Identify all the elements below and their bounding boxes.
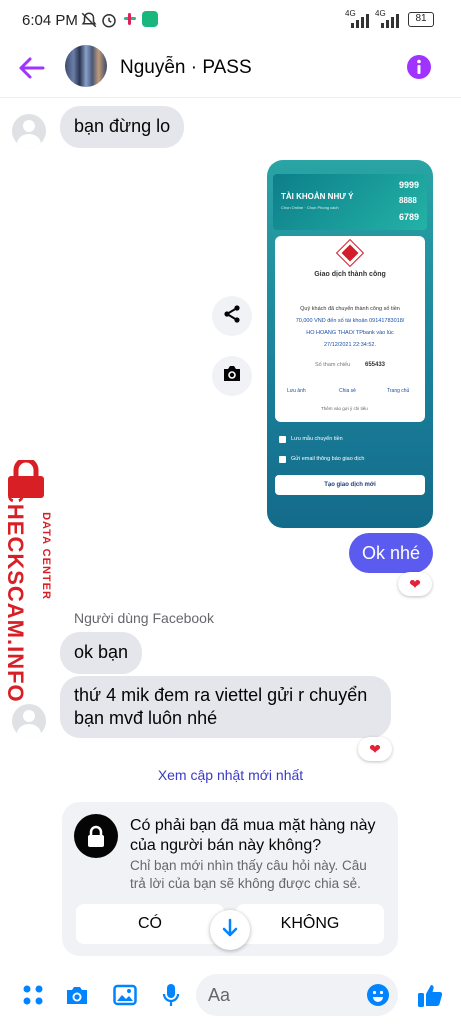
watermark-text: CHECKSCAM.INFO: [3, 487, 28, 703]
checkbox-icon: [279, 456, 286, 463]
mute-icon: [80, 11, 98, 33]
banner-number: 6789: [399, 212, 420, 222]
slack-icon: [122, 11, 138, 31]
receipt-action: Lưu ảnh: [287, 388, 306, 394]
banner-number: 8888: [399, 196, 417, 205]
camera-icon: [221, 364, 243, 389]
receipt-desc: HO HOANG THAO/ TPbank vào lúc: [306, 330, 394, 336]
sender-label: Người dùng Facebook: [74, 610, 214, 626]
question-text: của người bán này không?: [130, 837, 322, 854]
receipt-desc: Quý khách đã chuyển thành công số tiền: [300, 306, 400, 312]
receipt-body: Giao dịch thành công Quý khách đã chuyển…: [275, 236, 425, 422]
message-placeholder: Aa: [208, 985, 231, 1005]
ref-label: Số tham chiếu: [315, 362, 351, 368]
net-label-2: 4G: [375, 9, 386, 18]
watermark-subtext: DATA CENTER: [40, 512, 52, 600]
scroll-down-button[interactable]: [210, 910, 250, 950]
receipt-check: Lưu mẫu chuyển tiền: [291, 436, 343, 442]
status-bar: 6:04 PM 4G 4G 81: [0, 0, 461, 40]
banner-subtitle: Chọn Online · Chọn Phong cách: [281, 205, 339, 210]
message-text: ok bạn: [74, 642, 129, 662]
mic-icon[interactable]: [156, 980, 186, 1010]
receipt-action: Trang chủ: [387, 388, 410, 394]
receipt-action: Chia sẻ: [339, 388, 356, 394]
yes-label: CÓ: [138, 915, 162, 932]
battery-level: 81: [415, 13, 427, 24]
message-bubble[interactable]: thứ 4 mik đem ra viettel gửi r chuyển bạ…: [60, 676, 391, 738]
receipt-desc: 27/12/2021 22:34:52.: [324, 342, 376, 348]
bank-logo-icon: [335, 238, 365, 268]
message-bubble-outgoing[interactable]: Ok nhé: [349, 533, 433, 573]
info-icon[interactable]: [406, 54, 432, 85]
thumbs-up-icon[interactable]: [415, 980, 445, 1010]
hint-text: trả lời của bạn sẽ không được chia sẻ.: [130, 876, 361, 891]
image-icon[interactable]: [110, 980, 140, 1010]
no-label: KHÔNG: [280, 915, 340, 932]
app-notification-icon: [142, 11, 158, 27]
reaction[interactable]: ❤: [358, 737, 392, 761]
alarm-icon: [100, 11, 118, 33]
checkbox-icon: [279, 436, 286, 443]
message-bubble[interactable]: ok bạn: [60, 632, 143, 674]
update-link[interactable]: Xem cập nhật mới nhất: [0, 767, 461, 783]
banner-title: TÀI KHOẢN NHƯ Ý: [281, 192, 354, 201]
heart-icon: ❤: [409, 575, 421, 592]
battery-icon: 81: [408, 12, 434, 27]
share-button[interactable]: [212, 296, 252, 336]
receipt-note: Thêm vào gợi ý chi tiêu: [321, 406, 368, 411]
reaction[interactable]: ❤: [398, 572, 432, 596]
camera-icon[interactable]: [62, 980, 92, 1010]
status-time: 6:04 PM: [22, 12, 78, 29]
message-text: bạn đừng lo: [74, 116, 171, 136]
contact-avatar[interactable]: [65, 45, 107, 87]
composer-bar: Aa: [0, 966, 461, 1024]
sender-avatar: [12, 114, 46, 148]
question-text: Có phải bạn đã mua mặt hàng này: [130, 817, 376, 834]
arrow-down-icon: [221, 918, 239, 943]
message-text: thứ 4 mik đem ra viettel gửi r chuyển: [74, 685, 368, 705]
back-arrow-icon[interactable]: [18, 56, 46, 85]
message-input[interactable]: Aa: [196, 974, 398, 1016]
apps-icon[interactable]: [18, 980, 48, 1010]
yes-button[interactable]: CÓ: [76, 904, 224, 944]
sender-avatar: [12, 704, 46, 738]
ref-value: 655433: [365, 362, 386, 368]
watermark: CHECKSCAM.INFO DATA CENTER: [0, 452, 52, 703]
net-label-1: 4G: [345, 9, 356, 18]
receipt-new-button: Tạo giao dịch mới: [275, 475, 425, 495]
message-text: Ok nhé: [361, 543, 421, 563]
chat-header: Nguyễn · PASS: [0, 40, 461, 98]
receipt-check: Gửi email thông báo giao dịch: [291, 456, 365, 462]
receipt-new-label: Tạo giao dịch mới: [324, 482, 376, 488]
contact-name[interactable]: Nguyễn · PASS: [120, 57, 252, 79]
heart-icon: ❤: [369, 740, 381, 757]
share-icon: [222, 304, 242, 329]
receipt-status: Giao dịch thành công: [314, 271, 386, 278]
receipt-screenshot[interactable]: TÀI KHOẢN NHƯ Ý Chọn Online · Chọn Phong…: [267, 160, 433, 528]
emoji-icon[interactable]: [366, 983, 390, 1012]
hint-text: Chỉ bạn mới nhìn thấy câu hỏi này. Câu: [130, 858, 367, 873]
camera-button[interactable]: [212, 356, 252, 396]
no-button[interactable]: KHÔNG: [236, 904, 384, 944]
lock-icon: [74, 814, 118, 858]
banner-number: 9999: [399, 180, 420, 190]
receipt-banner: TÀI KHOẢN NHƯ Ý Chọn Online · Chọn Phong…: [273, 174, 427, 230]
message-bubble[interactable]: bạn đừng lo: [60, 106, 185, 148]
receipt-desc: 70,000 VND đến số tài khoản 09141783018/: [295, 318, 405, 324]
message-text: bạn mvđ luôn nhé: [74, 708, 218, 728]
